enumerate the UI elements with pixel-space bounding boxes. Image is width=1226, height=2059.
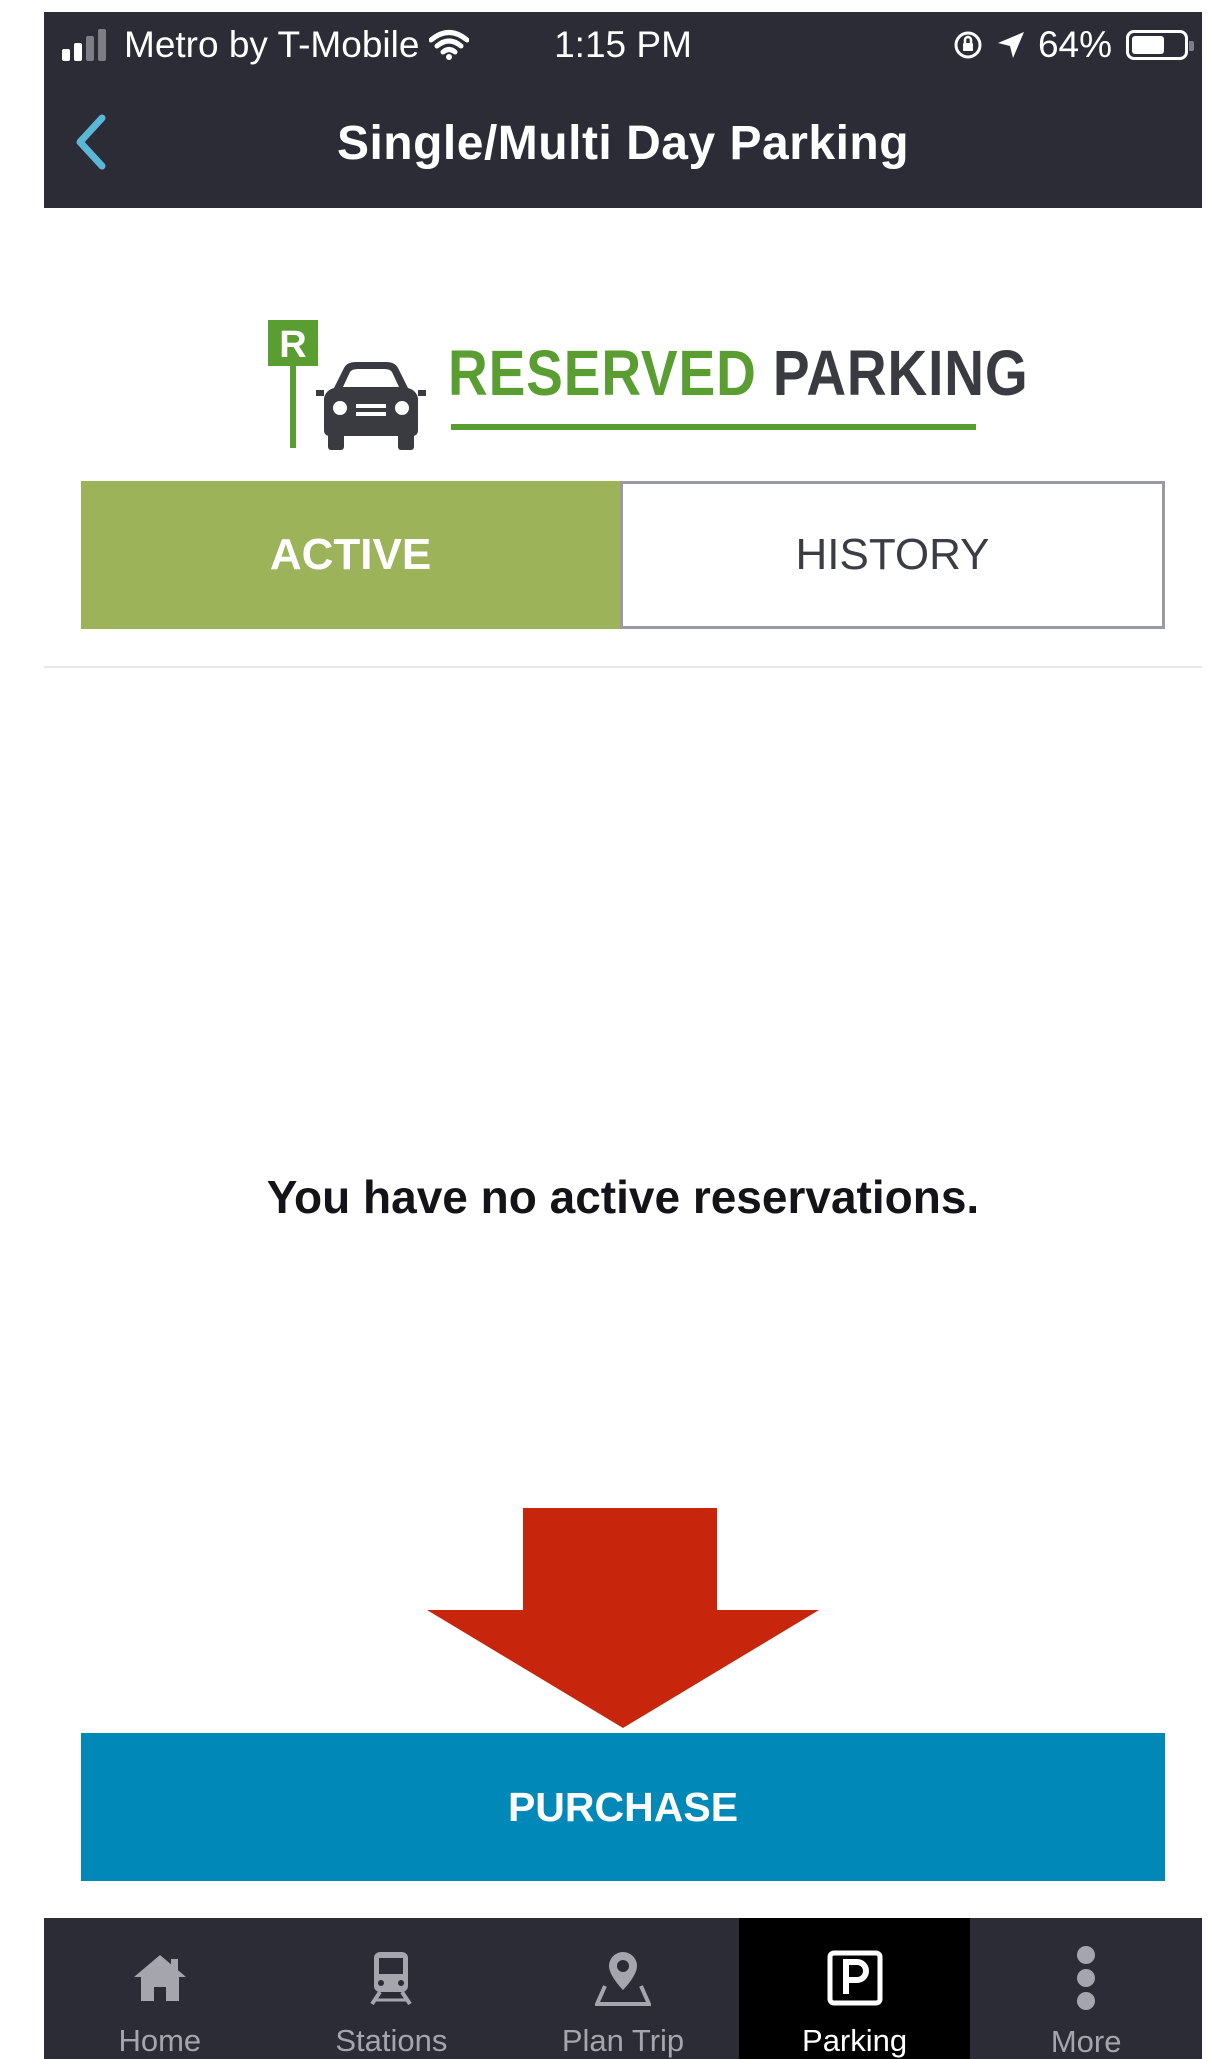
page-title: Single/Multi Day Parking [336,117,910,170]
tab-stations[interactable]: Stations [276,1918,508,2059]
logo-word-parking: PARKING [772,337,1029,409]
purchase-button[interactable]: PURCHASE [81,1733,1165,1881]
more-vertical-icon [1077,1946,1096,2010]
reserved-parking-logo: R RESERVED PARKING [268,320,1028,460]
location-icon [997,32,1024,58]
logo-text: RESERVED PARKING [448,336,1029,410]
tab-more-label: More [1050,2024,1122,2059]
tab-parking[interactable]: Parking [738,1918,971,2059]
tab-stations-label: Stations [335,2023,448,2058]
battery-icon [1126,30,1194,60]
sign-letter: R [279,324,306,366]
empty-state-message: You have no active reservations. [266,1171,980,1223]
parking-icon [827,1950,883,2005]
status-bar: Metro by T-Mobile 1:15 PM 64% [44,12,1202,76]
phone-screen: Metro by T-Mobile 1:15 PM 64% Single/Mul… [44,12,1202,2059]
logo-word-reserved: RESERVED [448,337,757,409]
tab-plan-trip[interactable]: Plan Trip [507,1918,739,2059]
tab-active[interactable]: ACTIVE [81,481,620,629]
train-icon [370,1951,413,2005]
tab-plan-trip-label: Plan Trip [561,2023,685,2058]
reservation-tabs: ACTIVE HISTORY [81,481,1165,629]
rotation-lock-icon [954,31,982,59]
tab-history[interactable]: HISTORY [620,481,1165,629]
bottom-tab-bar: Home Stations Plan Trip Parking More [44,1918,1202,2059]
logo-underline [451,424,976,430]
battery-percent: 64% [1037,24,1112,65]
map-pin-icon [594,1951,651,2006]
battery-fill [1132,36,1164,54]
nav-bar: Single/Multi Day Parking [44,96,1202,196]
divider [44,666,1202,668]
app-header: Metro by T-Mobile 1:15 PM 64% Single/Mul… [44,12,1202,208]
down-arrow-annotation [427,1508,819,1728]
tab-home[interactable]: Home [44,1918,276,2059]
tab-parking-label: Parking [802,2023,908,2058]
parking-sign-car-icon: R [268,320,426,450]
tab-home-label: Home [118,2023,202,2058]
home-icon [133,1954,186,2001]
status-right: 64% [952,24,1194,66]
tab-more[interactable]: More [970,1918,1202,2059]
